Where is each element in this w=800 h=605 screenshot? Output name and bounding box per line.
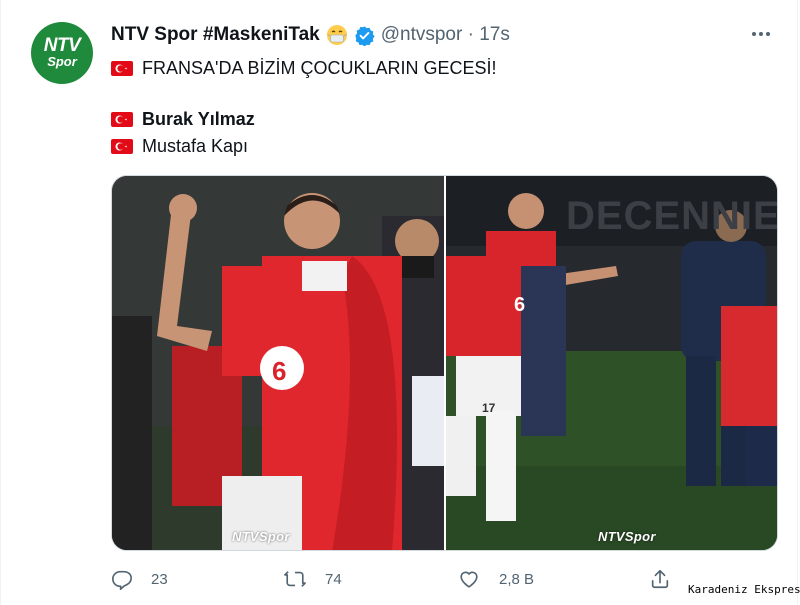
tweet-text-player-1: Burak Yılmaz <box>142 109 255 129</box>
turkey-flag-icon <box>111 112 133 127</box>
photo-mustafa-kapi[interactable]: DECENNIE 6 17 NTVSpor <box>446 176 777 550</box>
tweet-header: NTV Spor #MaskeniTak @ntvspor · 17s <box>111 24 510 47</box>
retweet-button[interactable]: 74 <box>283 568 342 590</box>
handle-timestamp[interactable]: @ntvspor · 17s <box>381 24 510 46</box>
watermark-right: NTVSpor <box>598 529 656 544</box>
share-icon <box>651 569 669 589</box>
photo-burak-yilmaz[interactable]: 6 NTVSpor <box>112 176 444 550</box>
tweet-text-player-2: Mustafa Kapı <box>142 136 249 156</box>
reply-icon <box>112 570 132 590</box>
verified-badge-icon <box>354 25 375 47</box>
shorts-number: 17 <box>482 401 496 415</box>
source-watermark: Karadeniz Ekspres <box>688 583 800 596</box>
avatar-logo-subtext: Spor <box>47 54 77 70</box>
tweet-actions: 23 74 2,8 B <box>1 568 800 598</box>
display-name[interactable]: NTV Spor #MaskeniTak <box>111 24 320 46</box>
retweet-count: 74 <box>325 570 342 588</box>
share-button[interactable] <box>649 568 689 590</box>
watermark-left: NTVSpor <box>232 529 290 544</box>
retweet-icon <box>284 571 306 587</box>
turkey-flag-icon <box>111 139 133 154</box>
more-options-icon[interactable] <box>749 22 773 46</box>
banner-text: DECENNIE <box>566 194 777 238</box>
media-grid: 6 NTVSpor DECENNIE 6 17 NTVSpor <box>111 175 778 551</box>
reply-count: 23 <box>151 570 168 588</box>
tweet-line-3: Mustafa Kapı <box>111 136 248 157</box>
mask-emoji-icon <box>326 24 348 46</box>
turkey-flag-icon <box>111 61 133 76</box>
like-count: 2,8 B <box>499 570 535 588</box>
like-button[interactable]: 2,8 B <box>457 568 534 590</box>
jersey-number: 6 <box>514 294 526 316</box>
avatar[interactable]: NTV Spor <box>31 22 93 84</box>
tweet-line-2: Burak Yılmaz <box>111 109 255 130</box>
heart-icon <box>460 571 478 588</box>
reply-button[interactable]: 23 <box>111 568 168 590</box>
tweet-text-headline: FRANSA'DA BİZİM ÇOCUKLARIN GECESİ! <box>142 58 497 78</box>
tweet-line-1: FRANSA'DA BİZİM ÇOCUKLARIN GECESİ! <box>111 58 497 79</box>
avatar-logo-text: NTV <box>43 35 81 57</box>
tweet-card[interactable]: NTV Spor NTV Spor #MaskeniTak @ntvspor ·… <box>0 0 798 605</box>
jersey-number: 6 <box>272 356 287 386</box>
